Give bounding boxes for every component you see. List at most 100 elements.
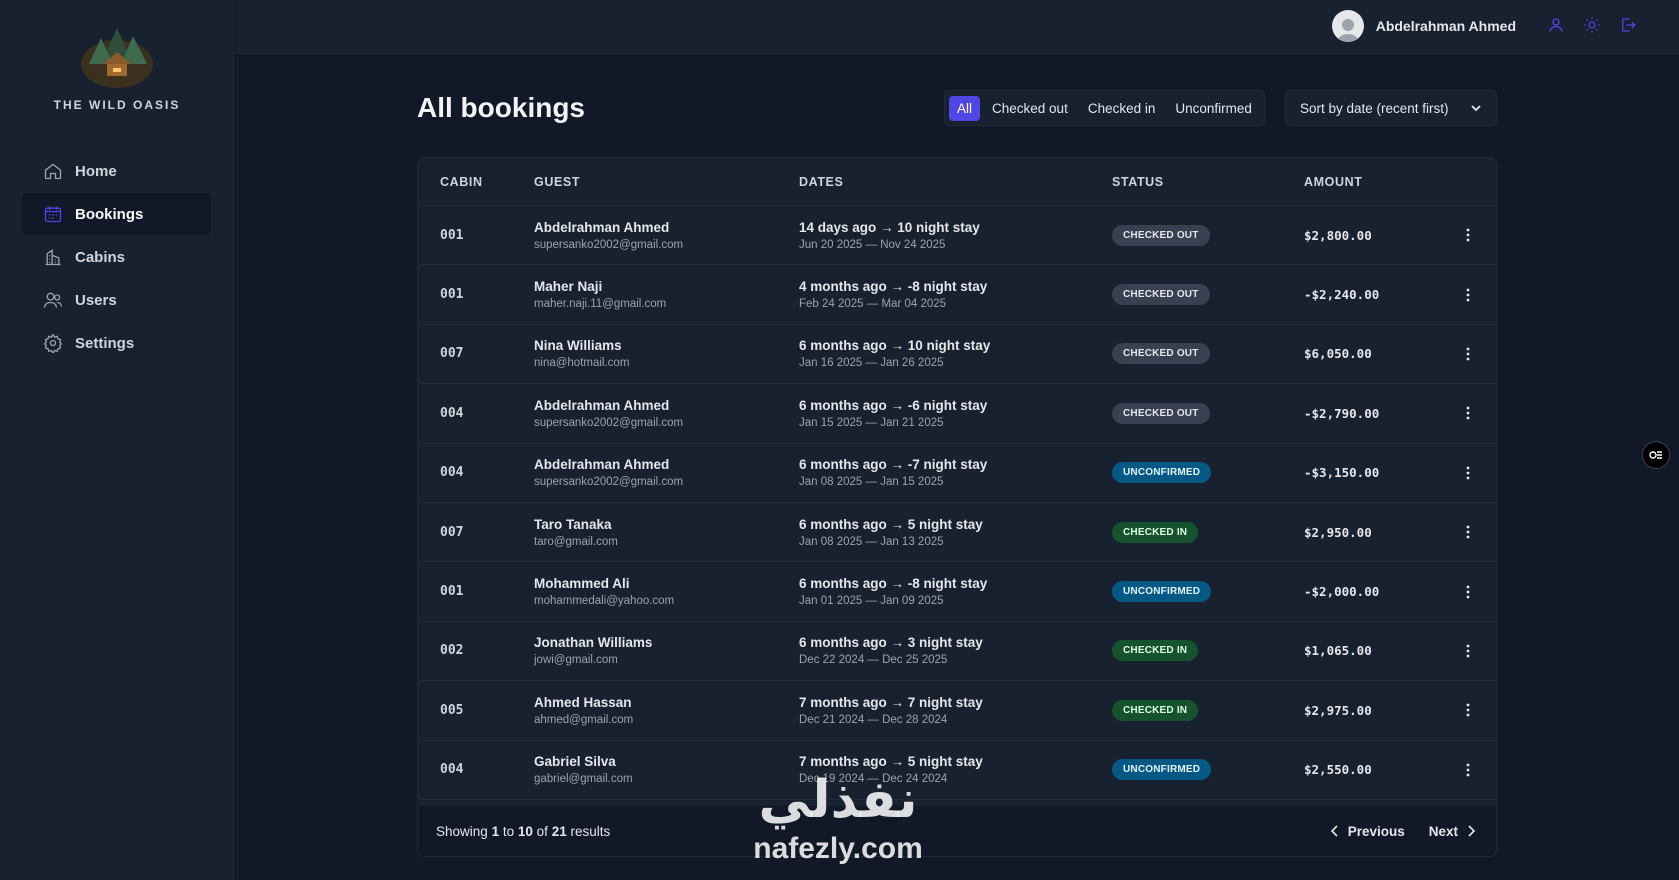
filter-checked-in[interactable]: Checked in xyxy=(1080,96,1164,121)
table-row: 001 Mohammed Ali mohammedali@yahoo.com 6 mo… xyxy=(418,562,1496,622)
row-menu-button[interactable] xyxy=(1458,403,1478,423)
row-menu-button[interactable] xyxy=(1458,463,1478,483)
guest-cell: Jonathan Williams jowi@gmail.com xyxy=(534,635,652,666)
dates-cell: 6 months ago → 3 night stay Dec 22 2024 —… xyxy=(799,635,983,666)
booking-amount: $2,975.00 xyxy=(1304,702,1372,718)
filter-checked-out[interactable]: Checked out xyxy=(984,96,1076,121)
status-badge: UNCONFIRMED xyxy=(1112,759,1212,781)
row-menu-button[interactable] xyxy=(1458,225,1478,245)
guest-cell: Mohammed Ali mohammedali@yahoo.com xyxy=(534,576,674,607)
sun-icon[interactable] xyxy=(1581,14,1603,36)
more-vertical-icon xyxy=(1466,703,1470,717)
status-badge: CHECKED IN xyxy=(1112,521,1199,543)
row-menu-button[interactable] xyxy=(1458,285,1478,305)
sidebar-item-bookings[interactable]: Bookings xyxy=(22,193,211,235)
account-icon[interactable] xyxy=(1545,14,1567,36)
table-row: 004 Abdelrahman Ahmed supersanko2002@gmail… xyxy=(418,384,1496,444)
guest-cell: Abdelrahman Ahmed supersanko2002@gmail.co… xyxy=(534,457,683,488)
date-range: Jan 15 2025 — Jan 21 2025 xyxy=(799,416,944,429)
guest-name: Jonathan Williams xyxy=(534,635,653,651)
summary-to: 10 xyxy=(517,823,533,839)
bookings-table: CABIN GUEST DATES STATUS AMOUNT 001 Abdel… xyxy=(417,157,1497,857)
guest-email: gabriel@gmail.com xyxy=(534,773,633,786)
guest-email: supersanko2002@gmail.com xyxy=(534,416,684,429)
dates-cell: 7 months ago → 5 night stay Dec 19 2024 —… xyxy=(799,754,983,785)
summary-total: 21 xyxy=(551,823,567,839)
sidebar-item-users[interactable]: Users xyxy=(22,279,211,321)
more-vertical-icon xyxy=(1466,288,1470,301)
table-row: 004 Abdelrahman Ahmed supersanko2002@gmail… xyxy=(418,443,1496,503)
stay-summary: 6 months ago → 5 night stay xyxy=(799,516,983,532)
row-menu-button[interactable] xyxy=(1458,700,1478,720)
row-menu-button[interactable] xyxy=(1458,344,1478,364)
cabin-number: 002 xyxy=(440,643,464,659)
stay-summary: 4 months ago → -8 night stay xyxy=(799,279,988,295)
status-badge: CHECKED IN xyxy=(1112,699,1199,721)
cabin-number: 004 xyxy=(440,405,464,421)
next-page-button[interactable]: Next xyxy=(1429,824,1478,839)
sidebar-item-home[interactable]: Home xyxy=(22,150,211,192)
booking-amount: $1,065.00 xyxy=(1304,643,1372,659)
cabin-number: 004 xyxy=(440,465,464,481)
dates-cell: 6 months ago → -8 night stay Jan 01 2025 … xyxy=(799,576,987,607)
page-title: All bookings xyxy=(417,92,585,123)
row-menu-button[interactable] xyxy=(1458,582,1478,602)
more-vertical-icon xyxy=(1466,466,1470,480)
sidebar-item-label: Home xyxy=(75,162,117,180)
guest-cell: Nina Williams nina@hotmail.com xyxy=(534,338,629,369)
stay-summary: 6 months ago → -6 night stay xyxy=(799,397,988,413)
user-info[interactable]: Abdelrahman Ahmed xyxy=(1331,10,1516,42)
logout-icon[interactable] xyxy=(1617,14,1639,36)
guest-email: ahmed@gmail.com xyxy=(534,713,634,726)
sort-selected-label: Sort by date (recent first) xyxy=(1300,100,1449,116)
status-filter: All Checked out Checked in Unconfirmed xyxy=(944,90,1265,126)
booking-amount: -$2,790.00 xyxy=(1304,405,1380,421)
logo: THE WILD OASIS xyxy=(0,24,234,112)
filter-unconfirmed[interactable]: Unconfirmed xyxy=(1167,96,1260,121)
col-header-dates: DATES xyxy=(799,174,844,189)
more-vertical-icon xyxy=(1466,763,1470,777)
more-vertical-icon xyxy=(1466,228,1470,242)
dates-cell: 6 months ago → 10 night stay Jan 16 2025 … xyxy=(799,338,990,369)
guest-email: jowi@gmail.com xyxy=(534,654,618,667)
status-badge: CHECKED OUT xyxy=(1112,402,1210,424)
date-range: Dec 21 2024 — Dec 28 2024 xyxy=(799,713,948,726)
sidebar-item-label: Bookings xyxy=(75,205,144,223)
dates-cell: 4 months ago → -8 night stay Feb 24 2025 … xyxy=(799,279,987,310)
guest-cell: Maher Naji maher.naji.11@gmail.com xyxy=(534,279,666,310)
sidebar-item-settings[interactable]: Settings xyxy=(22,322,211,364)
row-menu-button[interactable] xyxy=(1458,641,1478,661)
stay-summary: 14 days ago → 10 night stay xyxy=(799,219,980,235)
guest-name: Abdelrahman Ahmed xyxy=(534,457,670,473)
filter-all[interactable]: All xyxy=(949,95,981,121)
row-menu-button[interactable] xyxy=(1458,522,1478,542)
date-range: Jan 08 2025 — Jan 13 2025 xyxy=(799,535,944,548)
table-body: 001 Abdelrahman Ahmed supersanko2002@gmail… xyxy=(418,206,1496,800)
row-menu-button[interactable] xyxy=(1458,760,1478,780)
col-header-amount: AMOUNT xyxy=(1304,174,1363,189)
sort-select[interactable]: Sort by date (recent first) xyxy=(1285,90,1497,126)
floating-tools-button[interactable] xyxy=(1642,441,1670,469)
summary-of-word: of xyxy=(536,823,548,839)
summary-from: 1 xyxy=(491,823,500,839)
stay-summary: 7 months ago → 7 night stay xyxy=(799,694,983,710)
table-row: 001 Maher Naji maher.naji.11@gmail.com 4 mo… xyxy=(418,265,1496,325)
previous-page-button[interactable]: Previous xyxy=(1328,824,1405,839)
guest-name: Gabriel Silva xyxy=(534,754,616,770)
cabin-logo-icon xyxy=(81,28,153,88)
header-actions xyxy=(1545,14,1639,36)
stay-summary: 6 months ago → 3 night stay xyxy=(799,635,983,651)
status-badge: UNCONFIRMED xyxy=(1112,462,1212,484)
sidebar-item-cabins[interactable]: Cabins xyxy=(22,236,211,278)
calendar-icon xyxy=(43,204,63,224)
tools-icon xyxy=(1649,451,1662,459)
table-row: 002 Jonathan Williams jowi@gmail.com 6 mont… xyxy=(418,621,1496,682)
status-badge: CHECKED OUT xyxy=(1112,284,1210,306)
default-avatar-icon xyxy=(1336,19,1359,42)
table-row: 007 Nina Williams nina@hotmail.com 6 months… xyxy=(418,324,1496,385)
cabin-number: 001 xyxy=(440,584,464,600)
booking-amount: -$3,150.00 xyxy=(1304,465,1380,481)
sidebar: THE WILD OASIS Home Bookings Cabins User… xyxy=(0,0,234,880)
more-vertical-icon xyxy=(1466,525,1470,539)
dates-cell: 6 months ago → -7 night stay Jan 08 2025 … xyxy=(799,457,987,488)
